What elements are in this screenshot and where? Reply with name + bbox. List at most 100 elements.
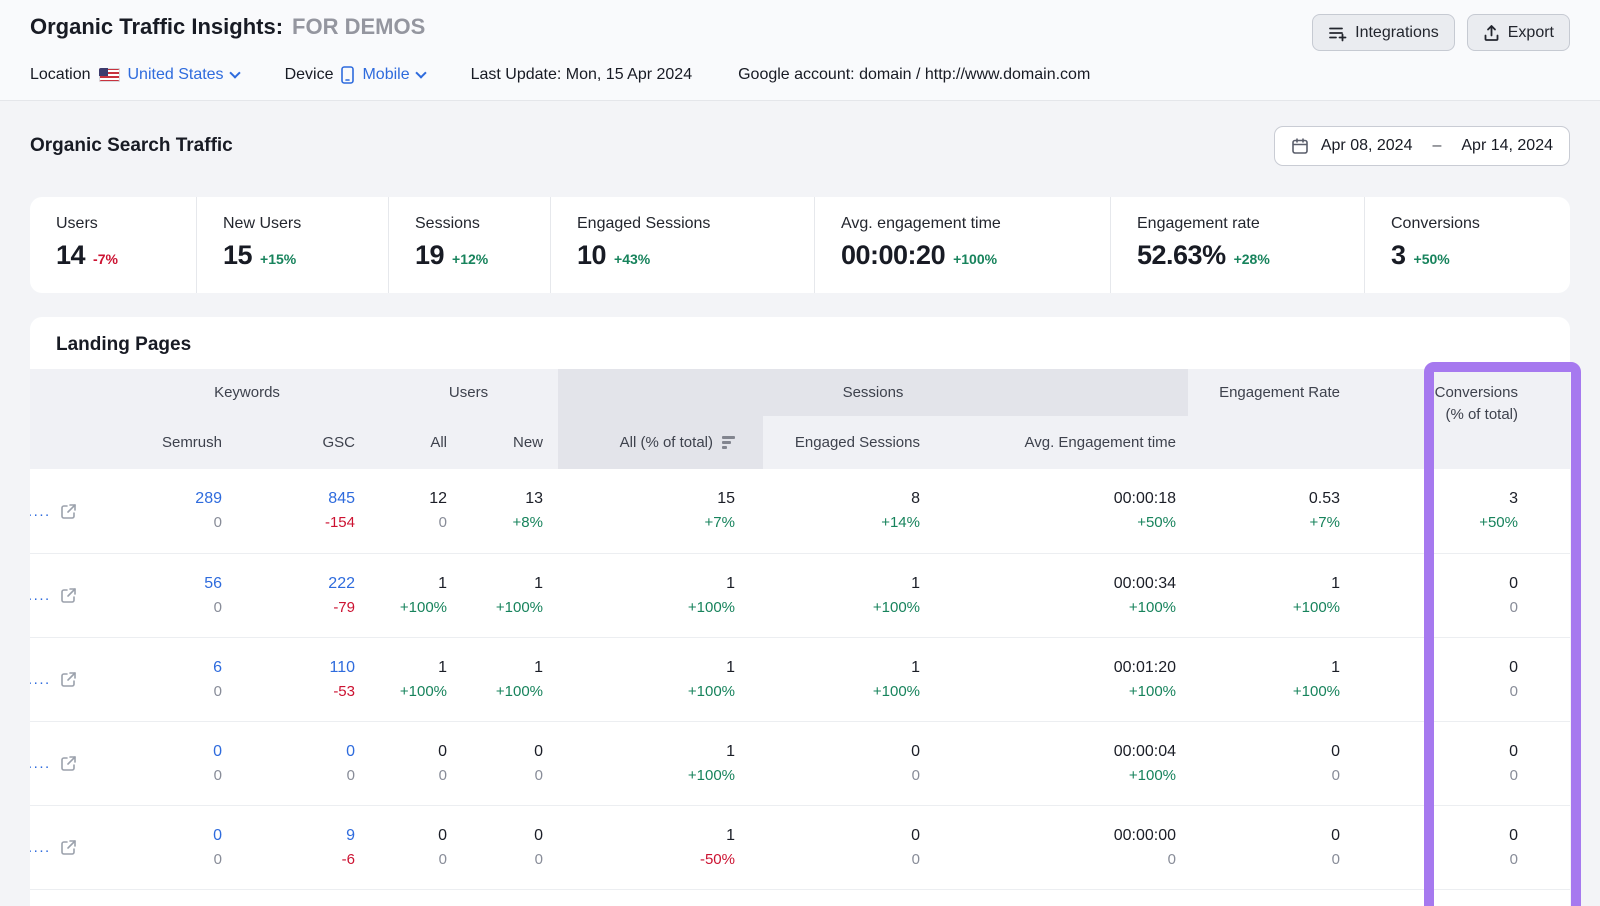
header-semrush[interactable]: Semrush <box>115 416 246 469</box>
engagement-rate-delta: +7% <box>1188 513 1340 533</box>
device-dropdown[interactable]: Mobile <box>362 66 424 84</box>
engagement-rate-delta: +100% <box>1188 598 1340 618</box>
semrush-delta: 0 <box>115 682 222 702</box>
external-link-icon[interactable] <box>60 839 77 856</box>
integrations-button[interactable]: Integrations <box>1312 14 1455 51</box>
export-icon <box>1483 24 1500 42</box>
cell-engaged-sessions: 1+100% <box>763 658 944 702</box>
landing-page-url[interactable]: .... <box>30 587 51 604</box>
gsc-value-link[interactable]: 222 <box>246 574 355 594</box>
cell-users-new: 00 <box>471 826 558 870</box>
header-conversions[interactable]: Conversions (% of total) <box>1425 369 1570 469</box>
landing-page-url[interactable]: .... <box>30 671 51 688</box>
metric-label: New Users <box>223 215 388 233</box>
header-users-all[interactable]: All <box>379 416 471 469</box>
metric-engagement-rate: Engagement rate 52.63% +28% <box>1110 197 1364 293</box>
cell-avg-time: 00:00:18+50% <box>944 489 1188 533</box>
cell-engaged-sessions: 8+14% <box>763 489 944 533</box>
engagement-rate-value: 0 <box>1188 826 1340 846</box>
metric-label: Avg. engagement time <box>841 215 1110 233</box>
conversions-value: 0 <box>1425 574 1518 594</box>
landing-pages-card: Landing Pages Keywords Users Sessions En… <box>30 317 1570 906</box>
landing-page-cell: .... <box>30 587 115 604</box>
cell-conversions: 00 <box>1425 658 1570 702</box>
cell-semrush: 60 <box>115 658 246 702</box>
header-url-column <box>30 369 115 469</box>
cell-sessions-all: 1+100% <box>558 574 763 618</box>
cell-conversions: 3+50% <box>1425 489 1570 533</box>
calendar-icon <box>1291 137 1309 155</box>
date-separator: – <box>1424 137 1449 155</box>
avg-time-value: 00:00:18 <box>944 489 1176 509</box>
sessions-all-value: 1 <box>558 826 735 846</box>
semrush-value-link[interactable]: 6 <box>115 658 222 678</box>
gsc-value-link[interactable]: 110 <box>246 658 355 678</box>
cell-conversions: 00 <box>1425 742 1570 786</box>
metric-label: Engaged Sessions <box>577 215 814 233</box>
users-all-value: 1 <box>379 574 447 594</box>
engaged-sessions-value: 1 <box>763 574 920 594</box>
users-all-value: 0 <box>379 826 447 846</box>
avg-time-value: 00:00:04 <box>944 742 1176 762</box>
semrush-value-link[interactable]: 0 <box>115 826 222 846</box>
header-conversions-line1: Conversions <box>1435 382 1518 404</box>
cell-users-all: 1 +100% <box>379 574 471 618</box>
header-avg-engagement-time[interactable]: Avg. Engagement time <box>944 416 1188 469</box>
metrics-summary-card: Users 14 -7% New Users 15 +15% Sessions … <box>30 197 1570 293</box>
location-filter: Location United States <box>30 66 239 84</box>
cell-engaged-sessions: 00 <box>763 742 944 786</box>
cell-gsc: 845-154 <box>246 489 379 533</box>
header-sessions-all[interactable]: All (% of total) <box>558 416 763 469</box>
cell-sessions-all: 15+7% <box>558 489 763 533</box>
location-dropdown[interactable]: United States <box>128 66 239 84</box>
header-users-new[interactable]: New <box>471 416 558 469</box>
header-gsc[interactable]: GSC <box>246 416 379 469</box>
users-new-delta: +100% <box>471 598 543 618</box>
users-all-delta: +100% <box>379 682 447 702</box>
external-link-icon[interactable] <box>60 587 77 604</box>
top-bar: Organic Traffic Insights: FOR DEMOS Inte… <box>0 0 1600 101</box>
metric-value: 10 <box>577 240 606 271</box>
metric-label: Users <box>56 215 196 233</box>
cell-engagement-rate: 00 <box>1188 826 1425 870</box>
cell-gsc: 110-53 <box>246 658 379 702</box>
landing-page-url[interactable]: .... <box>30 503 51 520</box>
export-button[interactable]: Export <box>1467 14 1570 51</box>
sessions-all-delta: +7% <box>558 513 735 533</box>
conversions-value: 0 <box>1425 742 1518 762</box>
avg-time-delta: +100% <box>944 682 1176 702</box>
semrush-value-link[interactable]: 0 <box>115 742 222 762</box>
users-new-value: 13 <box>471 489 543 509</box>
metric-delta: +50% <box>1414 251 1450 267</box>
gsc-value-link[interactable]: 0 <box>246 742 355 762</box>
sessions-all-value: 1 <box>558 742 735 762</box>
users-new-delta: +100% <box>471 682 543 702</box>
header-engaged-sessions[interactable]: Engaged Sessions <box>763 416 944 469</box>
cell-sessions-all: 1-50% <box>558 826 763 870</box>
conversions-delta: 0 <box>1425 766 1518 786</box>
semrush-value-link[interactable]: 289 <box>115 489 222 509</box>
header-conversions-line2: (% of total) <box>1445 404 1518 426</box>
sessions-all-value: 1 <box>558 574 735 594</box>
external-link-icon[interactable] <box>60 671 77 688</box>
landing-page-url[interactable]: .... <box>30 755 51 772</box>
external-link-icon[interactable] <box>60 503 77 520</box>
users-all-delta: +100% <box>379 598 447 618</box>
date-range-picker[interactable]: Apr 08, 2024 – Apr 14, 2024 <box>1274 126 1570 166</box>
metric-value: 14 <box>56 240 85 271</box>
header-group-users: Users <box>379 369 558 416</box>
header-group-keywords: Keywords <box>115 369 379 416</box>
external-link-icon[interactable] <box>60 755 77 772</box>
cell-users-new: 00 <box>471 742 558 786</box>
cell-users-new: 1+100% <box>471 658 558 702</box>
gsc-value-link[interactable]: 845 <box>246 489 355 509</box>
header-engagement-rate[interactable]: Engagement Rate <box>1188 369 1425 469</box>
landing-page-url[interactable]: .... <box>30 839 51 856</box>
gsc-delta: 0 <box>246 766 355 786</box>
location-value: United States <box>128 66 224 84</box>
metric-avg-engagement-time: Avg. engagement time 00:00:20 +100% <box>814 197 1110 293</box>
users-all-delta: 0 <box>379 513 447 533</box>
engagement-rate-value: 0 <box>1188 742 1340 762</box>
semrush-value-link[interactable]: 56 <box>115 574 222 594</box>
gsc-value-link[interactable]: 9 <box>246 826 355 846</box>
